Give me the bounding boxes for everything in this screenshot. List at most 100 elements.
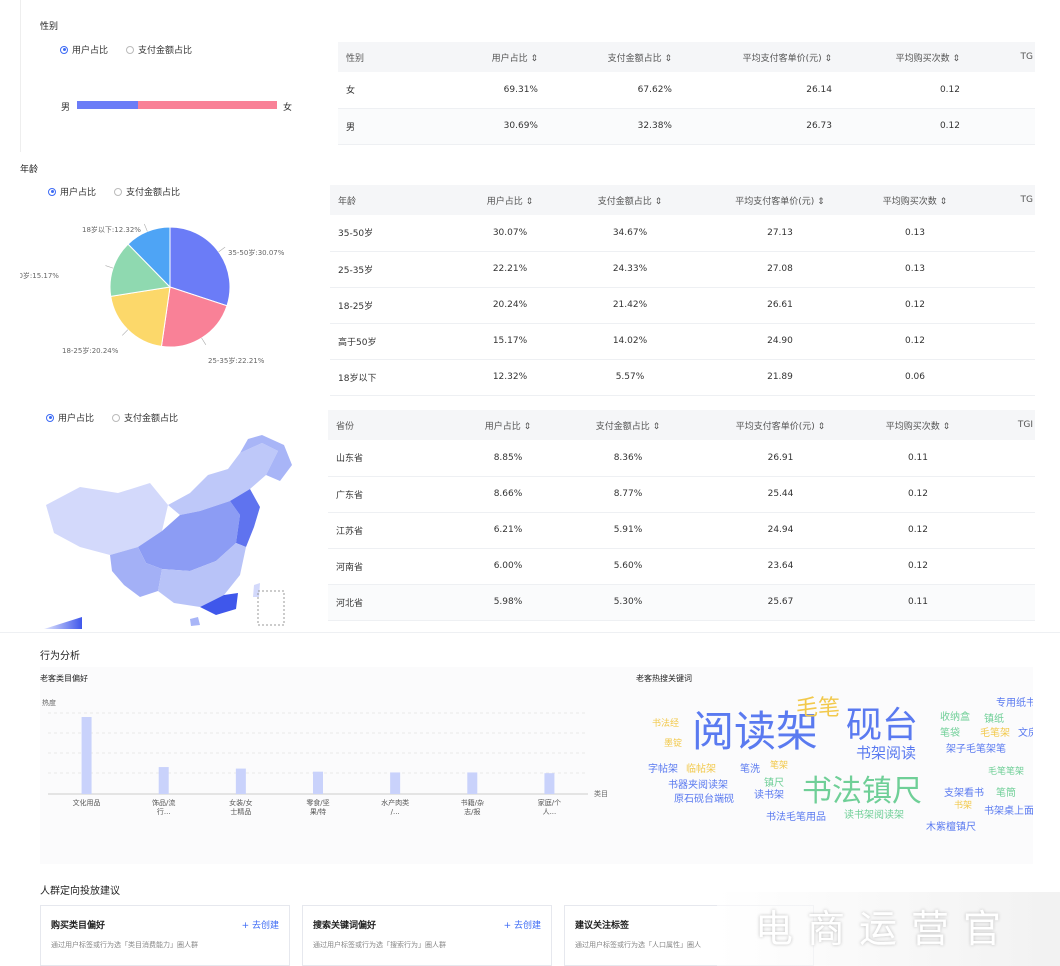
col-avg-price[interactable]: 平均支付客单价(元) ⇕ (698, 410, 863, 440)
table-row: 18-25岁 20.24% 21.42% 26.61 0.12 (330, 287, 1035, 324)
keyword-word[interactable]: 木紫檀镇尺 (926, 818, 976, 833)
table-row: 女 69.31% 67.62% 26.14 0.12 (338, 72, 1035, 109)
keyword-word[interactable]: 笔架 (770, 758, 788, 771)
col-tgi[interactable]: TG (970, 185, 1035, 215)
keyword-word[interactable]: 笔袋 (940, 724, 960, 739)
x-tick-label: /... (391, 808, 400, 816)
col-avg-times[interactable]: 平均购买次数 ⇕ (863, 410, 973, 440)
table-header: 性别 用户占比 ⇕ 支付金额占比 ⇕ 平均支付客单价(元) ⇕ 平均购买次数 ⇕… (338, 42, 1035, 72)
keyword-word[interactable]: 墨锭 (664, 736, 682, 749)
keyword-word[interactable]: 书法毛笔用品 (766, 808, 826, 823)
card-category-pref[interactable]: 购买类目偏好 + 去创建 通过用户标签或行为选「类目消费能力」圈人群 (40, 905, 290, 966)
keyword-word[interactable]: 架子毛笔架笔 (946, 740, 1006, 755)
gender-radio-pay-share[interactable]: 支付金额占比 (126, 43, 192, 56)
age-radio-pay-share[interactable]: 支付金额占比 (114, 185, 180, 198)
col-avg-times[interactable]: 平均购买次数 ⇕ (832, 42, 960, 72)
province-table: 省份 用户占比 ⇕ 支付金额占比 ⇕ 平均支付客单价(元) ⇕ 平均购买次数 ⇕… (328, 410, 1035, 621)
col-gender: 性别 (338, 42, 458, 72)
keyword-word[interactable]: 文房 (1018, 724, 1033, 739)
pie-slice[interactable] (110, 286, 171, 347)
keyword-word[interactable]: 书法经 (652, 716, 679, 729)
table-header: 省份 用户占比 ⇕ 支付金额占比 ⇕ 平均支付客单价(元) ⇕ 平均购买次数 ⇕… (328, 410, 1035, 440)
bar[interactable] (544, 773, 555, 794)
radio-label: 支付金额占比 (124, 414, 179, 424)
keyword-word[interactable]: 书架桌上面 (984, 802, 1033, 817)
card-keyword-pref[interactable]: 搜索关键词偏好 + 去创建 通过用户标签或行为选「搜索行为」圈人群 (302, 905, 552, 966)
pie-leader-line (122, 329, 129, 336)
keyword-word[interactable]: 支架看书 (944, 784, 984, 799)
age-pie-chart: 35-50岁:30.07% 25-35岁:22.21% 18-25岁:20.24% 高… (20, 223, 285, 365)
china-map[interactable] (40, 435, 310, 630)
col-pay-share[interactable]: 支付金额占比 ⇕ (560, 185, 700, 215)
col-user-share[interactable]: 用户占比 ⇕ (460, 185, 560, 215)
pie-leader-line (105, 265, 114, 269)
bar[interactable] (467, 772, 478, 794)
bar[interactable] (313, 771, 323, 794)
keyword-word[interactable]: 毛笔架 (980, 724, 1010, 739)
radio-icon (114, 187, 123, 196)
category-pref-title: 老客类目偏好 (40, 674, 88, 683)
keyword-word[interactable]: 临帖架 (686, 760, 716, 775)
col-avg-price[interactable]: 平均支付客单价(元) ⇕ (672, 42, 832, 72)
keyword-word[interactable]: 原石砚台端砚 (674, 790, 734, 805)
pie-leader-line (218, 246, 226, 253)
gender-bar-left-label: 男 (61, 103, 71, 113)
col-tgi[interactable]: TG (960, 42, 1035, 72)
create-button[interactable]: + 去创建 (504, 918, 541, 931)
gender-radio-group: 用户占比 支付金额占比 (60, 43, 204, 56)
col-avg-price[interactable]: 平均支付客单价(元) ⇕ (700, 185, 860, 215)
create-button[interactable]: + 去创建 (242, 918, 279, 931)
keyword-word[interactable]: 专用纸书 (996, 694, 1033, 709)
province-radio-user-share[interactable]: 用户占比 (46, 411, 94, 424)
bar[interactable] (158, 767, 169, 794)
col-tgi[interactable]: TGI (973, 410, 1035, 440)
table-row: 河南省 6.00% 5.60% 23.64 0.12 (328, 548, 1035, 585)
x-tick-label: 书籍/杂 (461, 798, 484, 807)
gender-bar (77, 101, 277, 109)
keyword-word[interactable]: 书法镇尺 (802, 766, 922, 810)
col-user-share[interactable]: 用户占比 ⇕ (458, 410, 558, 440)
keyword-word[interactable]: 书器夹阅读架 (668, 776, 728, 791)
gender-table: 性别 用户占比 ⇕ 支付金额占比 ⇕ 平均支付客单价(元) ⇕ 平均购买次数 ⇕… (338, 42, 1035, 145)
keyword-word[interactable]: 毛笔笔架 (988, 764, 1024, 777)
x-tick-label: 女装/女 (229, 798, 252, 807)
col-avg-times[interactable]: 平均购买次数 ⇕ (860, 185, 970, 215)
table-header: 年龄 用户占比 ⇕ 支付金额占比 ⇕ 平均支付客单价(元) ⇕ 平均购买次数 ⇕… (330, 185, 1035, 215)
pie-label: 25-35岁:22.21% (208, 356, 265, 365)
gender-radio-user-share[interactable]: 用户占比 (60, 43, 108, 56)
keyword-word[interactable]: 收纳盒 (940, 708, 970, 723)
province-radio-pay-share[interactable]: 支付金额占比 (112, 411, 178, 424)
col-pay-share[interactable]: 支付金额占比 ⇕ (558, 410, 698, 440)
keyword-word[interactable]: 镇纸 (984, 710, 1004, 725)
col-user-share[interactable]: 用户占比 ⇕ (458, 42, 538, 72)
south-sea-inset (257, 590, 285, 626)
keyword-word[interactable]: 字帖架 (648, 760, 678, 775)
radio-label: 支付金额占比 (138, 46, 193, 56)
bar[interactable] (235, 768, 246, 794)
keyword-word[interactable]: 笔洗 (740, 760, 760, 775)
bar[interactable] (81, 717, 92, 794)
pie-label: 18-25岁:20.24% (62, 346, 119, 355)
table-row: 江苏省 6.21% 5.91% 24.94 0.12 (328, 512, 1035, 549)
col-pay-share[interactable]: 支付金额占比 ⇕ (538, 42, 672, 72)
keyword-title: 老客热搜关键词 (636, 674, 692, 683)
keyword-word[interactable]: 读书架 (754, 786, 784, 801)
map-region-hainan[interactable] (190, 617, 200, 626)
age-radio-user-share[interactable]: 用户占比 (48, 185, 96, 198)
radio-label: 用户占比 (72, 46, 109, 56)
x-tick-label: 家庭/个 (538, 798, 561, 807)
pie-leader-line (144, 223, 148, 232)
behavior-title: 行为分析 (40, 651, 80, 662)
x-tick-label: 士精品 (230, 807, 251, 816)
bar[interactable] (390, 772, 401, 794)
keyword-word[interactable]: 毛笔 (796, 690, 840, 722)
category-bar-chart: 热度类目文化用品 饰品/流行... 女装/女士精品 零食/坚果/特 水产肉类/... 书籍… (42, 698, 608, 816)
x-axis-label: 类目 (594, 789, 608, 798)
map-region-taiwan[interactable] (253, 583, 260, 597)
keyword-word[interactable]: 砚台 (846, 696, 918, 748)
keyword-word[interactable]: 书架阅读 (856, 742, 916, 763)
radio-label: 支付金额占比 (126, 188, 181, 198)
keyword-word[interactable]: 笔筒 (996, 784, 1016, 799)
keyword-word[interactable]: 书架 (954, 798, 972, 811)
radio-icon (46, 413, 54, 422)
